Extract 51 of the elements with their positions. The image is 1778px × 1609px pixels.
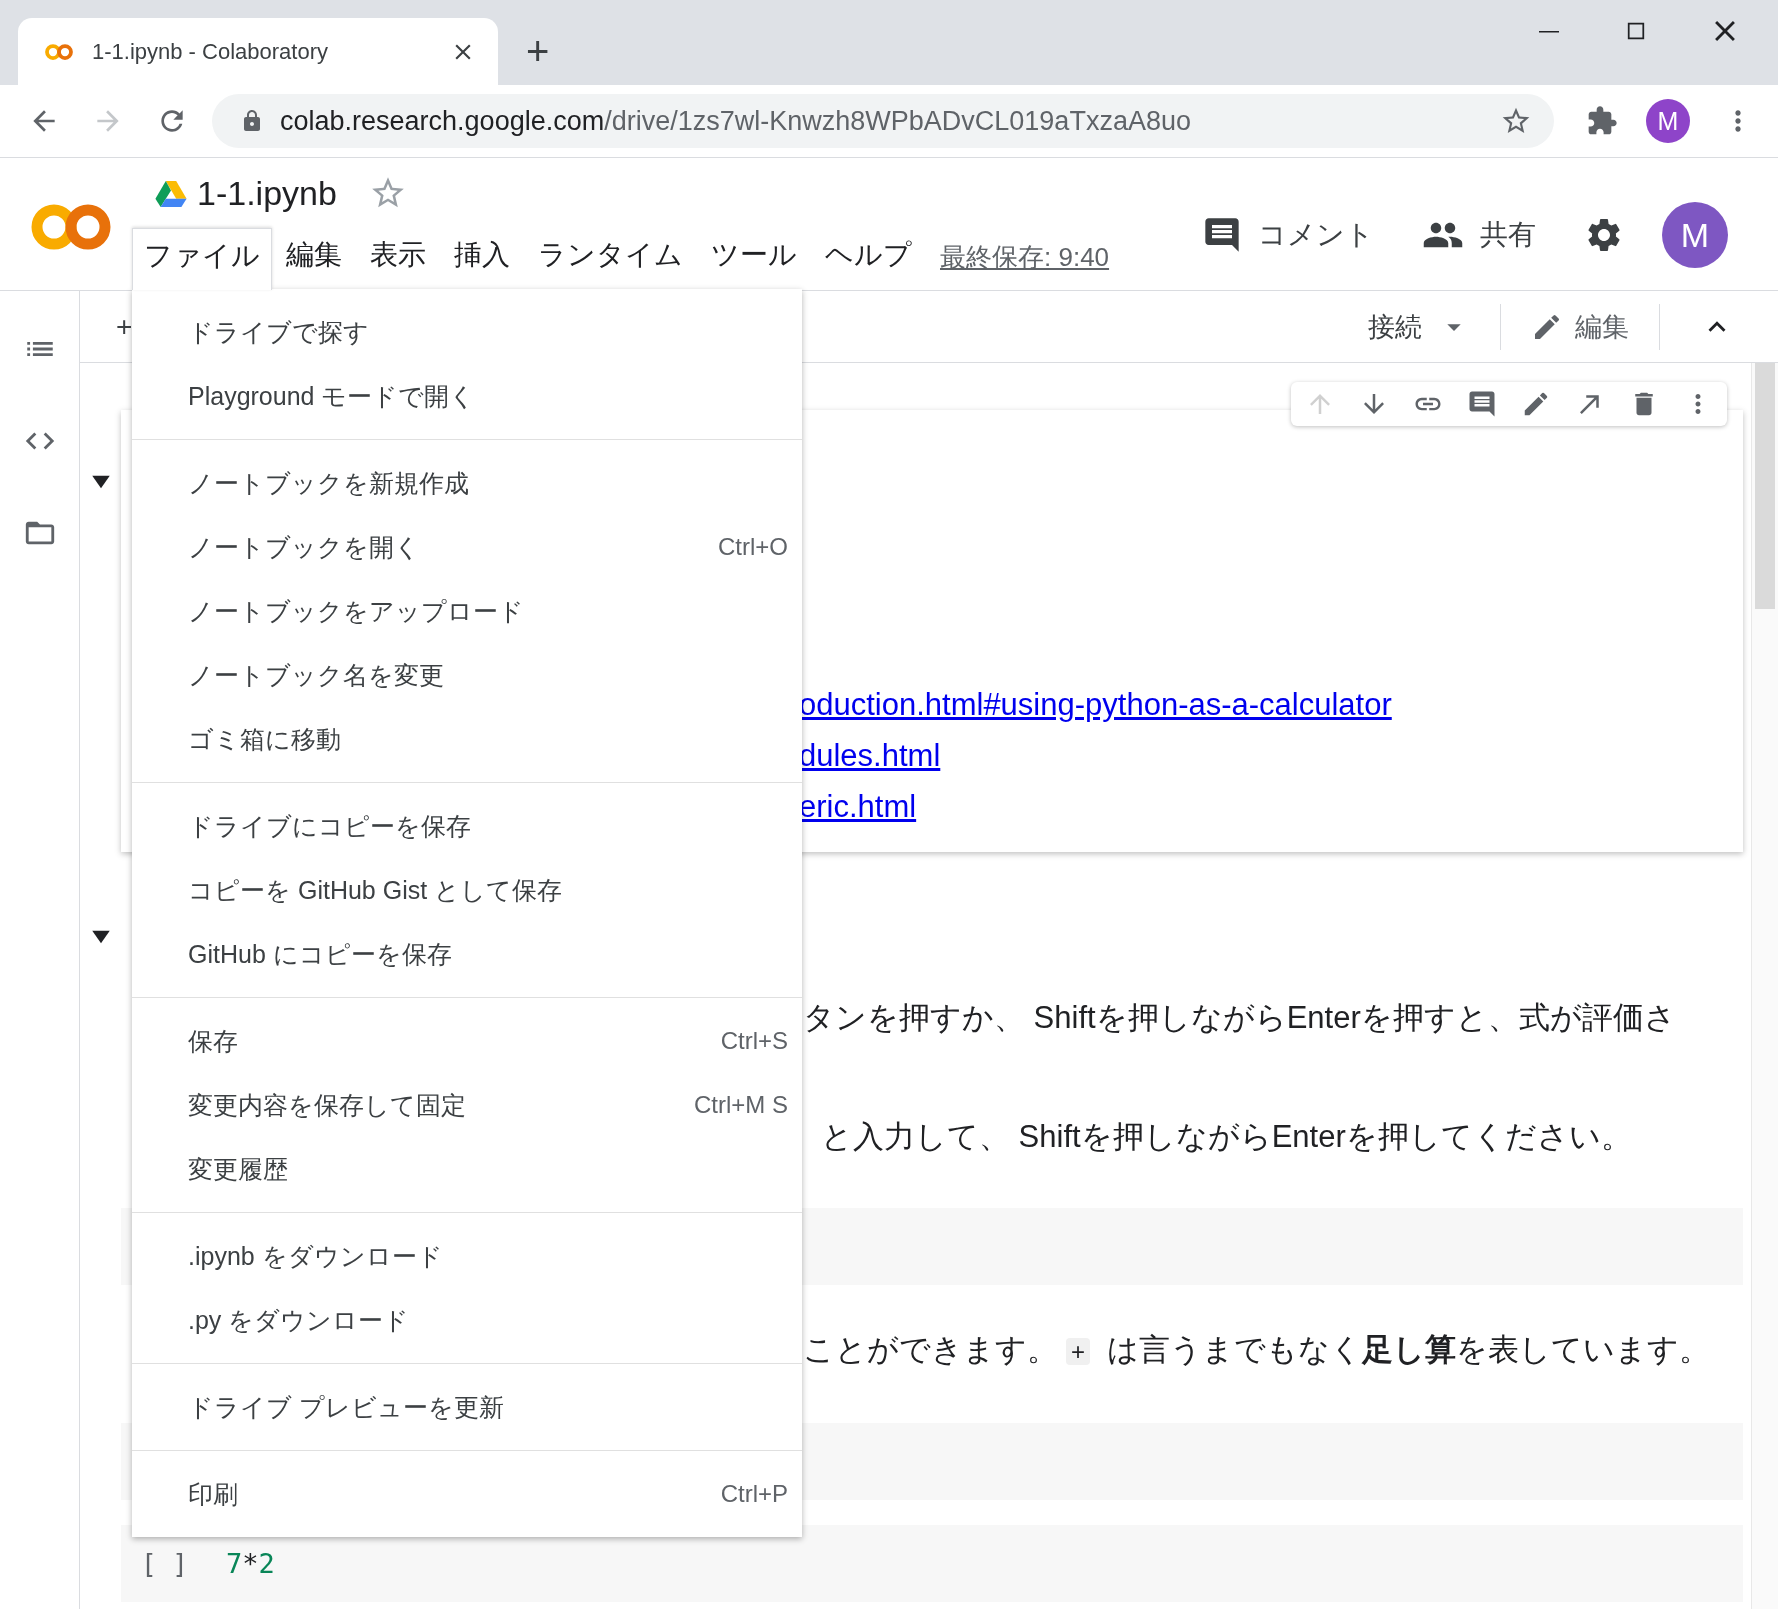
menu-item[interactable]: ランタイム [524, 228, 697, 290]
menu-item[interactable]: ノートブックを開く Ctrl+O [132, 515, 802, 579]
menu-item[interactable]: 表示 [356, 228, 440, 290]
url-text: colab.research.google.com/drive/1zs7wl-Knwzh8WPbADvCL019aTxzaA8uo [280, 105, 1192, 137]
share-button[interactable]: 共有 [1480, 216, 1536, 254]
code-cell[interactable]: [ ] 7*2 [121, 1525, 1743, 1602]
edit-button[interactable]: 編集 [1575, 308, 1629, 345]
paragraph: タンを押すか、 Shiftを押しながらEnterを押すと、式が評価さ [803, 999, 1676, 1037]
drive-icon [155, 179, 187, 207]
menu-item[interactable]: 変更履歴 [132, 1137, 802, 1201]
menu-item[interactable]: コピーを GitHub Gist として保存 [132, 858, 802, 922]
menu-item[interactable]: ファイル [132, 228, 272, 290]
browser-tab[interactable]: 1-1.ipynb - Colaboratory [18, 18, 498, 85]
comment-icon[interactable] [1467, 389, 1497, 419]
scrollbar-thumb[interactable] [1755, 363, 1775, 609]
menu-item[interactable]: ノートブック名を変更 [132, 643, 802, 707]
new-tab-button[interactable]: + [526, 31, 550, 71]
colab-logo-icon[interactable] [30, 202, 112, 252]
menu-item[interactable]: 編集 [272, 228, 356, 290]
menu-item[interactable]: .py をダウンロード [132, 1288, 802, 1352]
menu-item[interactable]: ノートブックをアップロード [132, 579, 802, 643]
menu-item[interactable]: ドライブ プレビューを更新 [132, 1375, 802, 1439]
menu-item[interactable]: 印刷 Ctrl+P [132, 1462, 802, 1526]
code-text: 7*2 [225, 1548, 275, 1579]
tab-title: 1-1.ipynb - Colaboratory [92, 38, 329, 65]
add-code-button[interactable]: + [116, 310, 133, 343]
menu-item[interactable]: 変更内容を保存して固定 Ctrl+M S [132, 1073, 802, 1137]
run-button[interactable]: [ ] [141, 1548, 188, 1579]
menu-item[interactable]: .ipynb をダウンロード [132, 1224, 802, 1288]
menu-item[interactable]: GitHub にコピーを保存 [132, 922, 802, 986]
menu-item[interactable]: 挿入 [440, 228, 524, 290]
paragraph: と入力して、 Shiftを押しながらEnterを押してください。 [821, 1118, 1632, 1156]
comment-button[interactable]: コメント [1258, 216, 1374, 254]
menu-item[interactable]: 保存 Ctrl+S [132, 1009, 802, 1073]
menu-item[interactable]: ゴミ箱に移動 [132, 707, 802, 771]
menu-item[interactable]: ノートブックを新規作成 [132, 451, 802, 515]
link[interactable]: dules.html [799, 730, 941, 781]
last-saved-link[interactable]: 最終保存: 9:40 [940, 228, 1110, 290]
paragraph: ことができます。 + は言うまでもなく足し算を表しています。 [803, 1331, 1710, 1369]
notebook-title[interactable]: 1-1.ipynb [197, 173, 337, 213]
menu-item[interactable]: ヘルプ [811, 228, 926, 290]
colab-logo-icon [44, 42, 74, 61]
extensions-icon[interactable] [1586, 105, 1618, 137]
profile-avatar[interactable]: M [1646, 99, 1690, 143]
menu-item[interactable]: ドライブで探す [132, 300, 802, 364]
link[interactable]: eric.html [799, 781, 917, 832]
menu-item[interactable]: ツール [697, 228, 811, 290]
profile-avatar[interactable]: M [1662, 202, 1728, 268]
connect-button[interactable]: 接続 [1368, 308, 1422, 345]
address-field[interactable]: colab.research.google.com/drive/1zs7wl-Knwzh8WPbADvCL019aTxzaA8uo [212, 94, 1554, 148]
link[interactable]: oduction.html#using-python-as-a-calculator [799, 679, 1392, 730]
